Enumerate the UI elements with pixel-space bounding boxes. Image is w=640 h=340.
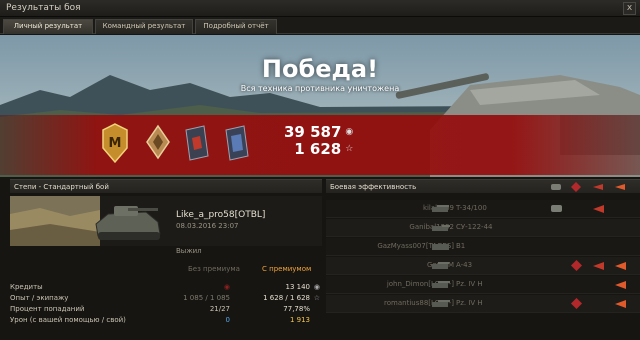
damage-icon — [593, 184, 603, 190]
spotted-icon — [551, 184, 561, 190]
svg-text:M: M — [109, 136, 122, 151]
stat-credits-icon-dim: ◉ — [223, 283, 230, 291]
experience-earned: 1 628 — [294, 140, 342, 158]
crit-icon — [571, 182, 581, 192]
enemy-tank-icon — [432, 262, 449, 269]
kill-icon — [614, 259, 627, 272]
damage-icon — [592, 202, 605, 215]
tab-team-result[interactable]: Командный результат — [95, 19, 193, 34]
tab-personal-result[interactable]: Личный результат — [3, 19, 93, 34]
enemy-tank-name: Pz. IV H — [456, 280, 483, 288]
kill-icon — [614, 297, 627, 310]
reward-summary: 39 587 ◉ 1 628 ☆ — [284, 124, 353, 158]
enemy-tank-name: СУ-122-44 — [456, 223, 493, 231]
kill-icon — [615, 184, 625, 190]
stat-row-damage: Урон (с вашей помощью / свой) 0 1 913 — [10, 315, 322, 326]
spotted-icon — [550, 202, 563, 215]
enemy-row[interactable]: GovorM A-43 — [326, 257, 640, 275]
window-title: Результаты боя — [6, 3, 81, 13]
enemy-tank-icon — [432, 225, 450, 231]
result-banner: Победа! Вся техника противника уничтожен… — [0, 35, 640, 177]
map-battle-type: Степи - Стандартный бой — [10, 179, 322, 193]
column-with-premium: С премиумом — [262, 265, 312, 273]
player-tank-icon — [95, 206, 161, 240]
mastery-badge-icon[interactable]: M — [100, 122, 130, 166]
stat-label: Опыт / экипажу — [10, 294, 69, 302]
efficiency-title: Боевая эффективность — [330, 183, 417, 191]
xp-star-icon: ☆ — [313, 294, 320, 302]
damage-icon — [592, 259, 605, 272]
stat-value-assist: 0 — [225, 316, 230, 324]
experience-star-icon: ☆ — [345, 144, 354, 154]
personal-result-panel: Степи - Стандартный бой Like_a_pro58[OTB… — [10, 179, 322, 340]
stat-value-damage: 1 913 — [289, 316, 310, 324]
battle-date: 08.03.2016 23:07 — [176, 222, 239, 230]
stat-value-premium: 13 140 — [285, 283, 311, 291]
survival-status: Выжил — [176, 247, 202, 255]
battle-result-subtitle: Вся техника противника уничтожена — [240, 84, 400, 93]
stat-value-base: 1 085 / 1 085 — [183, 294, 230, 302]
player-name: Like_a_pro58[OTBL] — [176, 210, 266, 220]
enemy-row[interactable]: kilalaz69 T-34/100 — [326, 200, 640, 218]
tab-bar: Личный результат Командный результат Под… — [0, 17, 640, 34]
enemy-tank-name: A-43 — [456, 261, 473, 269]
enemy-tank-icon — [432, 205, 449, 212]
enemy-row[interactable]: Ganibal1992 СУ-122-44 — [326, 219, 640, 237]
class-badge-icon[interactable] — [143, 122, 173, 166]
crit-icon — [570, 297, 583, 310]
enemy-row[interactable]: GazMyass007[TAGES] B1 — [326, 238, 640, 256]
enemy-row[interactable]: john_Dimon[LOM--] Pz. IV H — [326, 276, 640, 294]
credits-icon: ◉ — [313, 283, 320, 291]
map-thumbnail — [10, 196, 100, 246]
stat-row-experience: Опыт / экипажу 1 085 / 1 085 1 628 / 1 6… — [10, 293, 322, 304]
stat-label: Процент попаданий — [10, 305, 85, 313]
kill-icon — [614, 278, 627, 291]
stat-label: Кредиты — [10, 283, 43, 291]
battle-medal-1-icon[interactable] — [180, 122, 210, 166]
enemy-tank-name: Pz. IV H — [456, 299, 483, 307]
battle-result-title: Победа! — [261, 55, 379, 83]
close-button[interactable]: x — [623, 2, 636, 15]
crit-icon — [570, 259, 583, 272]
stat-row-hit-rate: Процент попаданий 21/27 77,78% — [10, 304, 322, 315]
enemy-tank-name: T-34/100 — [456, 204, 487, 212]
enemy-tank-name: B1 — [456, 242, 466, 250]
efficiency-panel: Боевая эффективность kilalaz69 T-34/100 … — [326, 179, 640, 340]
enemy-row[interactable]: romantius88[LOM--] Pz. IV H — [326, 295, 640, 313]
efficiency-header: Боевая эффективность — [326, 179, 640, 193]
stat-value-premium: 77,78% — [283, 305, 310, 313]
stat-label: Урон (с вашей помощью / свой) — [10, 316, 126, 324]
credits-icon: ◉ — [345, 127, 354, 137]
stat-value-base: 21/27 — [209, 305, 230, 313]
column-without-premium: Без премиума — [188, 265, 240, 273]
stat-row-credits: Кредиты ◉ 13 140 ◉ — [10, 282, 322, 293]
window-titlebar: Результаты боя x — [0, 0, 640, 17]
player-card: Like_a_pro58[OTBL] 08.03.2016 23:07 — [10, 196, 322, 246]
credits-earned: 39 587 — [284, 123, 342, 141]
enemy-tank-icon — [432, 281, 450, 288]
tab-detailed-report[interactable]: Подробный отчёт — [195, 19, 277, 34]
battle-medal-2-icon[interactable] — [220, 122, 250, 166]
stat-value-premium: 1 628 / 1 628 — [263, 294, 310, 302]
enemy-tank-icon — [432, 244, 449, 250]
enemy-tank-icon — [432, 300, 450, 307]
